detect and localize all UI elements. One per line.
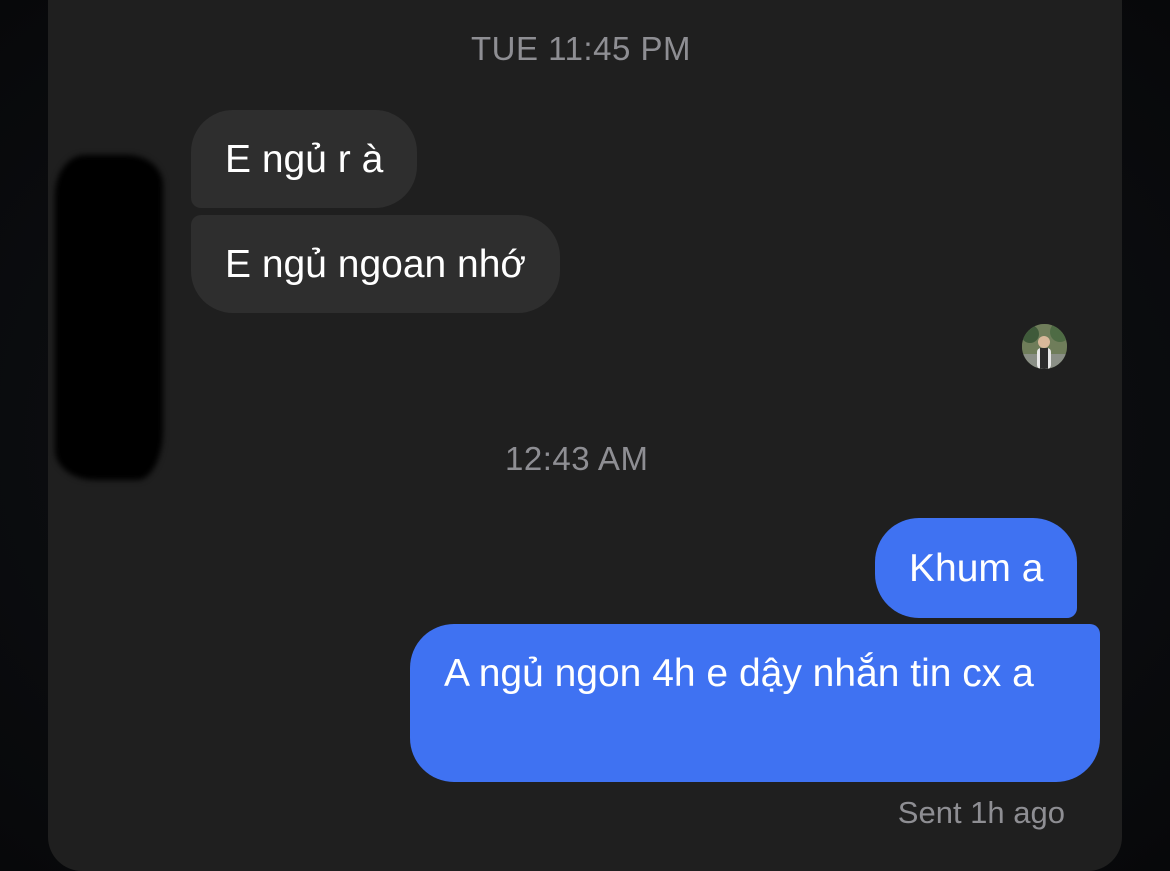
message-text: E ngủ r à (225, 137, 384, 181)
message-text: E ngủ ngoan nhớ (225, 242, 526, 286)
sent-status: Sent 1h ago (897, 795, 1065, 830)
timestamp-header: TUE 11:45 PM (471, 30, 691, 67)
incoming-message-1[interactable]: E ngủ r à (191, 110, 418, 208)
message-text: Khum a (909, 546, 1044, 590)
screen: TUE 11:45 PM E ngủ r à E ngủ ngoan nhớ 1… (0, 0, 1170, 871)
outgoing-message-2[interactable]: A ngủ ngon 4h e dậy nhắn tin cx a (410, 624, 1100, 782)
message-text: A ngủ ngon 4h e dậy nhắn tin cx a (444, 652, 1034, 695)
outgoing-message-1[interactable]: Khum a (875, 518, 1078, 618)
read-receipt-avatar-icon (1022, 324, 1067, 369)
timestamp-divider: 12:43 AM (505, 440, 649, 477)
redacted-avatar (55, 155, 163, 480)
avatar-photo (1022, 324, 1067, 369)
incoming-message-2[interactable]: E ngủ ngoan nhớ (191, 215, 560, 313)
